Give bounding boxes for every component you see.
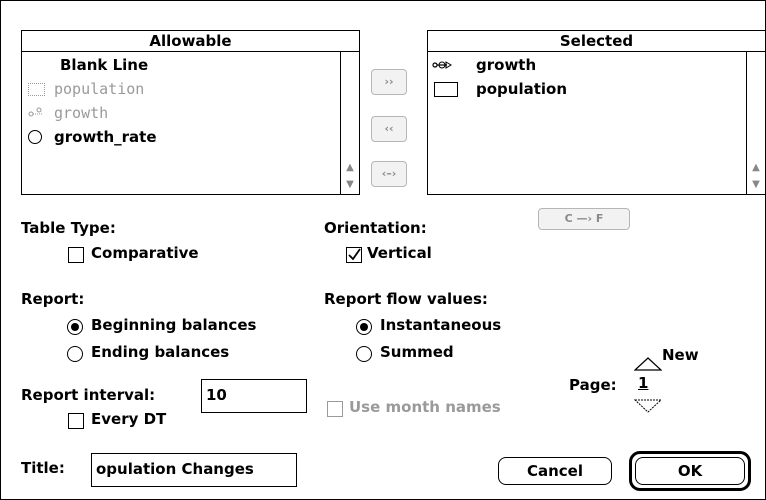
summed-label[interactable]: Summed	[380, 343, 454, 361]
scroll-down-icon[interactable]: ▼	[341, 177, 359, 193]
month-names-checkbox[interactable]	[327, 401, 343, 417]
summed-radio[interactable]	[356, 346, 372, 362]
scroll-up-icon[interactable]: ▲	[747, 160, 765, 176]
selected-item-growth[interactable]: growth	[428, 53, 738, 77]
allowable-item-growth-rate[interactable]: growth_rate	[22, 125, 332, 149]
beginning-balances-radio[interactable]	[67, 319, 83, 335]
allowable-header: Allowable	[22, 31, 359, 52]
remove-from-selected-button[interactable]: ‹‹	[371, 116, 407, 142]
allowable-item-growth[interactable]: growth	[22, 101, 332, 125]
selected-scrollbar[interactable]: ▲ ▼	[746, 52, 765, 194]
report-interval-label: Report interval:	[21, 386, 156, 404]
list-item-label: growth	[476, 56, 537, 74]
swap-button[interactable]: ‹–›	[371, 161, 407, 187]
ok-button-default-ring[interactable]: OK	[629, 451, 751, 491]
table-settings-dialog: Allowable Blank Line population growth g…	[0, 0, 766, 500]
title-field[interactable]: opulation Changes	[91, 453, 297, 487]
page-value: 1	[638, 374, 649, 392]
instantaneous-radio[interactable]	[356, 319, 372, 335]
flow-icon	[28, 107, 43, 117]
every-dt-checkbox[interactable]	[68, 413, 84, 429]
scroll-down-icon[interactable]: ▼	[747, 177, 765, 193]
ending-balances-radio[interactable]	[67, 346, 83, 362]
stock-icon	[28, 83, 45, 96]
report-label: Report:	[21, 290, 85, 308]
list-item-label: population	[54, 80, 145, 98]
ending-balances-label[interactable]: Ending balances	[91, 343, 229, 361]
selected-header: Selected	[428, 31, 765, 52]
title-label: Title:	[21, 459, 65, 477]
c-to-f-button[interactable]: C —› F	[538, 208, 630, 230]
ok-button[interactable]: OK	[635, 457, 745, 485]
month-names-label[interactable]: Use month names	[349, 398, 501, 416]
instantaneous-label[interactable]: Instantaneous	[380, 316, 501, 334]
page-up-icon[interactable]	[634, 357, 662, 371]
table-type-label: Table Type:	[21, 219, 116, 237]
page-down-icon[interactable]	[634, 399, 662, 413]
list-item-label: growth	[54, 104, 109, 122]
comparative-checkbox[interactable]	[68, 247, 84, 263]
list-item-label: growth_rate	[54, 128, 157, 146]
page-label: Page:	[569, 376, 617, 394]
converter-icon	[28, 130, 42, 144]
cancel-button[interactable]: Cancel	[498, 457, 612, 485]
check-icon	[348, 248, 361, 261]
selected-item-population[interactable]: population	[428, 77, 738, 101]
selected-list[interactable]: Selected growth population ▲ ▼	[427, 30, 766, 195]
report-interval-field[interactable]: 10	[201, 379, 307, 413]
orientation-label: Orientation:	[324, 219, 427, 237]
list-item-label: Blank Line	[60, 56, 149, 74]
comparative-label[interactable]: Comparative	[91, 244, 199, 262]
stock-icon	[434, 82, 458, 97]
flow-icon	[432, 61, 452, 69]
list-item-label: population	[476, 80, 568, 98]
beginning-balances-label[interactable]: Beginning balances	[91, 316, 256, 334]
every-dt-label[interactable]: Every DT	[91, 410, 166, 428]
add-to-selected-button[interactable]: ››	[371, 69, 407, 95]
allowable-item-blank-line[interactable]: Blank Line	[22, 53, 332, 77]
allowable-scrollbar[interactable]: ▲ ▼	[340, 52, 359, 194]
allowable-item-population[interactable]: population	[22, 77, 332, 101]
allowable-list[interactable]: Allowable Blank Line population growth g…	[21, 30, 360, 195]
vertical-checkbox[interactable]	[346, 247, 362, 263]
page-new-label: New	[662, 346, 699, 364]
report-flow-label: Report flow values:	[324, 290, 488, 308]
vertical-label[interactable]: Vertical	[367, 244, 432, 262]
scroll-up-icon[interactable]: ▲	[341, 160, 359, 176]
